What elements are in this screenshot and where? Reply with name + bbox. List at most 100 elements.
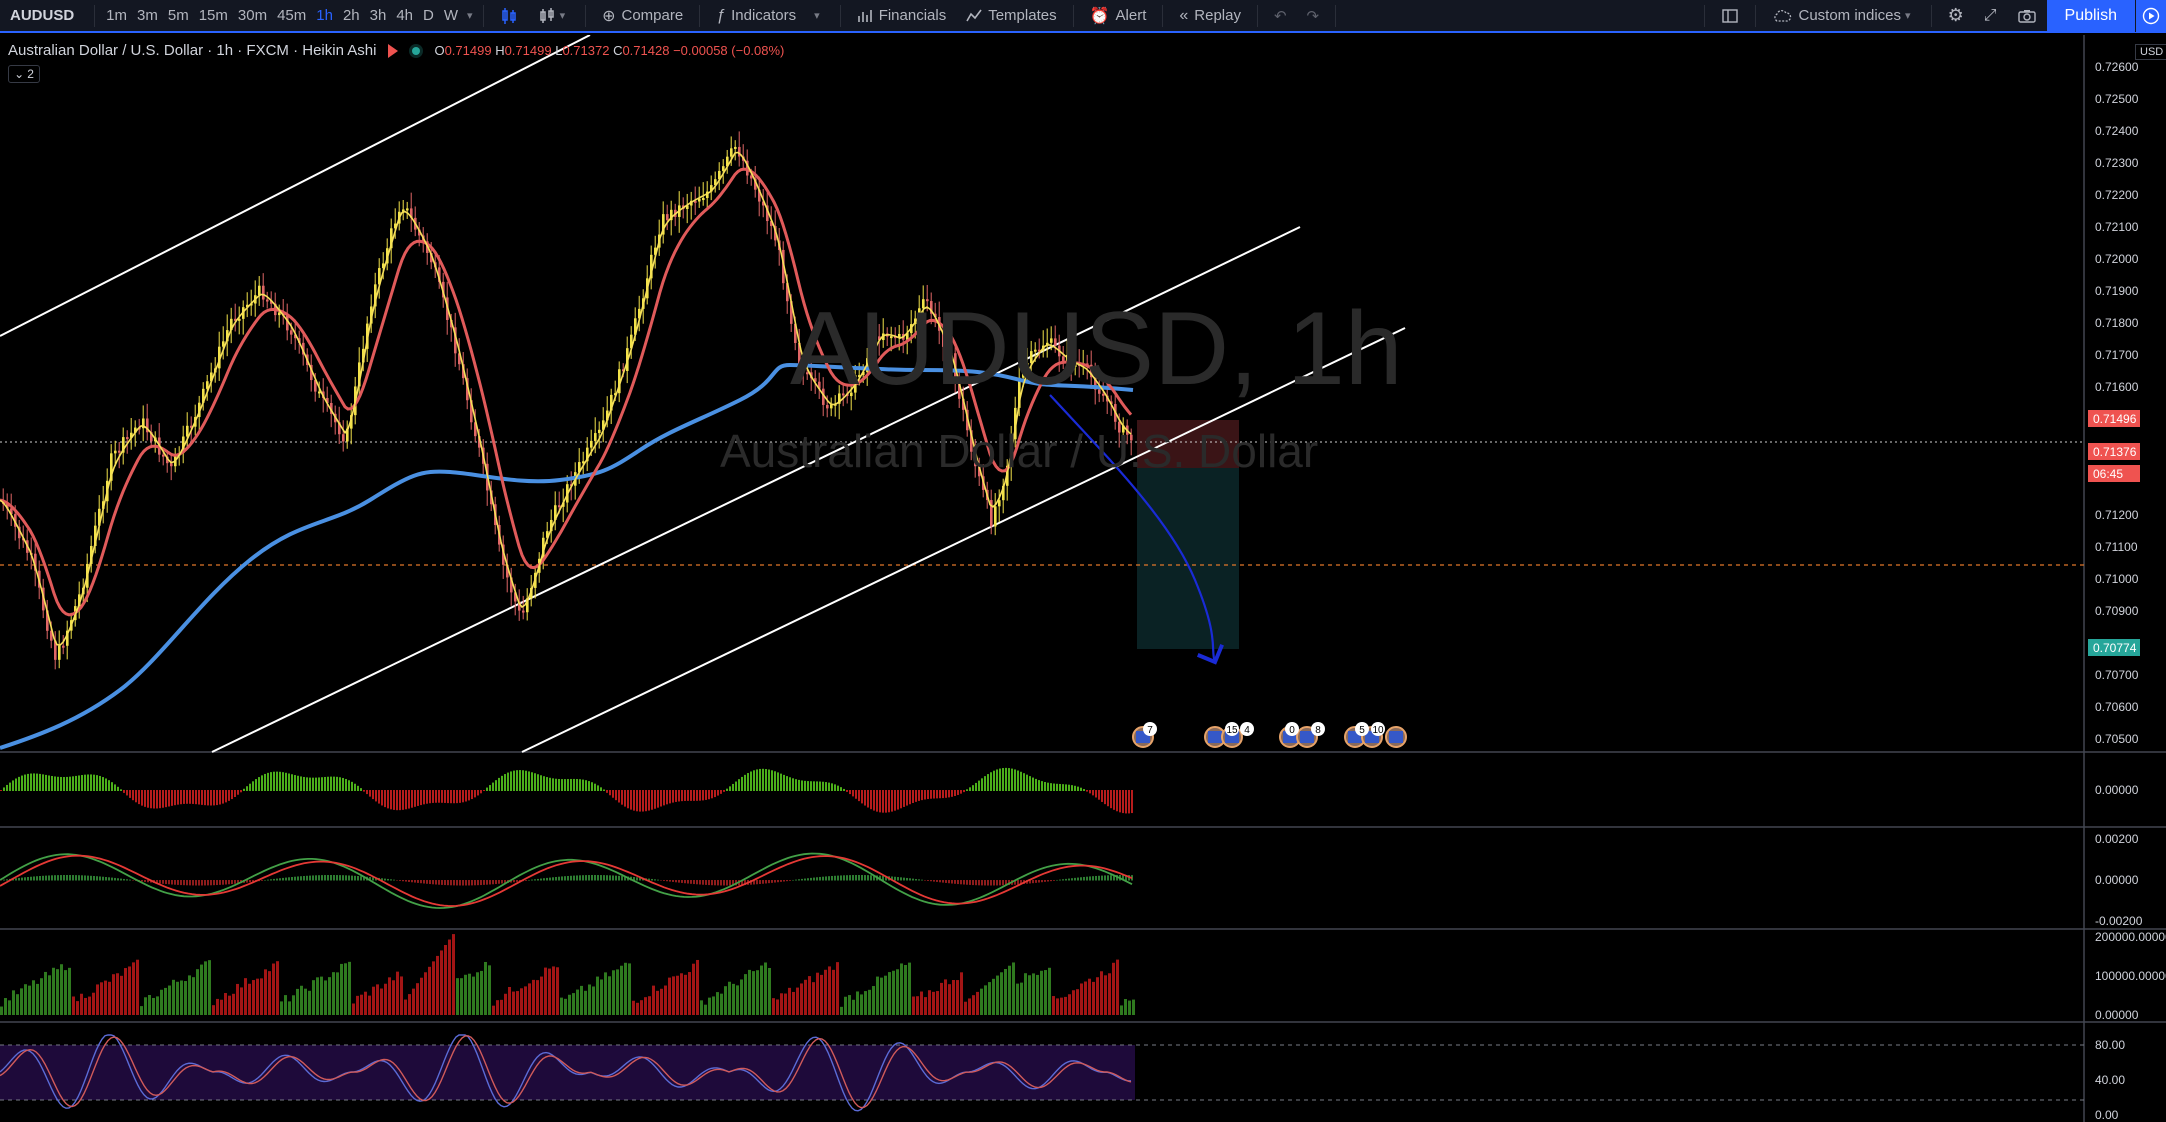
macd-hist-bar	[312, 777, 314, 791]
interval-4h[interactable]: 4h	[391, 7, 418, 24]
volume-bar	[516, 991, 519, 1015]
volume-bar	[700, 1000, 703, 1015]
interval-15m[interactable]: 15m	[194, 7, 233, 24]
custom-indices-button[interactable]: Custom indices ▾	[1762, 0, 1924, 32]
macd-hist-bar	[465, 790, 467, 802]
candles-icon	[501, 7, 516, 24]
interval-1m[interactable]: 1m	[101, 7, 132, 24]
macd-hist-bar	[1056, 783, 1058, 791]
chart-type-button[interactable]: ▾	[528, 0, 580, 32]
financials-button[interactable]: Financials	[847, 0, 957, 32]
fullscreen-button[interactable]: ⤢	[1974, 0, 2007, 32]
position-target-zone[interactable]	[1137, 468, 1239, 649]
interval-1h[interactable]: 1h	[311, 7, 338, 24]
play-button[interactable]	[2135, 0, 2166, 32]
volume-bar	[848, 995, 851, 1015]
economic-events[interactable]: 7 15 4 0 8 5 10	[1132, 722, 1407, 748]
indicators-label: Indicators	[731, 7, 797, 24]
macd-hist-bar	[975, 782, 977, 791]
publish-button[interactable]: Publish	[2046, 0, 2135, 32]
volume-bar	[384, 983, 387, 1015]
macd-hist-bar	[963, 790, 965, 793]
macd-bar	[273, 878, 275, 881]
macd-bar	[336, 875, 338, 881]
macd-hist-bar	[243, 788, 245, 791]
macd-bar	[912, 878, 914, 881]
macd-bar	[672, 880, 674, 882]
position-stop-zone[interactable]	[1137, 420, 1239, 468]
volume-bar	[448, 939, 451, 1015]
volume-bar	[1100, 971, 1103, 1015]
volume-bar	[580, 985, 583, 1015]
macd-hist-bar	[1086, 790, 1088, 792]
macd-bar	[342, 875, 344, 881]
macd-hist-bar	[207, 790, 209, 806]
macd-hist-bar	[480, 790, 482, 794]
macd-hist-bar	[387, 790, 389, 809]
interval-d[interactable]: D	[418, 7, 439, 24]
price-label: 06:45	[2093, 467, 2123, 481]
interval-3m[interactable]: 3m	[132, 7, 163, 24]
settings-button[interactable]: ⚙	[1938, 0, 1974, 32]
macd-bar	[675, 880, 677, 883]
replay-button[interactable]: « Replay	[1169, 0, 1251, 32]
alert-button[interactable]: ⏰ Alert	[1080, 0, 1157, 32]
macd-hist-bar	[309, 777, 311, 791]
macd-hist-bar	[162, 790, 164, 808]
macd-hist-bar	[864, 790, 866, 806]
volume-bar	[160, 989, 163, 1015]
toolbar-divider	[482, 4, 484, 27]
currency-label[interactable]: USD	[2135, 44, 2166, 60]
macd-bar	[327, 875, 329, 881]
volume-bar	[344, 963, 347, 1015]
macd-bar	[786, 880, 788, 882]
macd-bar	[1068, 878, 1070, 881]
macd-bar	[222, 880, 224, 885]
undo-button[interactable]: ↶	[1264, 0, 1297, 32]
interval-30m[interactable]: 30m	[233, 7, 272, 24]
macd-hist-bar	[477, 790, 479, 796]
macd-bar	[54, 875, 56, 881]
macd-hist-bar	[765, 769, 767, 791]
interval-w[interactable]: W	[439, 7, 463, 24]
volume-bar	[488, 965, 491, 1015]
chart-canvas[interactable]: 7 15 4 0 8 5 10 0.726000.725000.724000.723000.…	[0, 35, 2166, 1122]
indicators-button[interactable]: ƒ Indicators ▾	[706, 0, 833, 32]
snapshot-button[interactable]	[2007, 0, 2047, 32]
layout-button[interactable]	[1711, 0, 1749, 32]
flag-icon[interactable]	[388, 43, 399, 58]
interval-2h[interactable]: 2h	[338, 7, 365, 24]
macd-bar	[417, 880, 419, 883]
toolbar-divider	[1335, 4, 1337, 27]
macd-hist-bar	[462, 790, 464, 803]
macd-bar	[582, 875, 584, 881]
event-flag-icon[interactable]	[1385, 726, 1407, 748]
macd-hist-bar	[600, 787, 602, 791]
sub-axis-tick: 40.00	[2095, 1073, 2125, 1087]
templates-button[interactable]: Templates	[956, 0, 1066, 32]
sub-axis-tick: -0.00200	[2095, 914, 2143, 928]
macd-hist-bar	[381, 790, 383, 806]
interval-chevron-down-icon[interactable]: ▾	[463, 9, 477, 22]
indicators-collapse-button[interactable]: ⌄ 2	[8, 65, 40, 83]
redo-button[interactable]: ↷	[1297, 0, 1330, 32]
macd-hist-bar	[714, 790, 716, 798]
bar-style-button[interactable]	[490, 0, 528, 32]
volume-bar	[496, 1000, 499, 1015]
volume-bar	[16, 994, 19, 1015]
macd-bar	[942, 880, 944, 883]
compare-button[interactable]: ⊕ Compare	[592, 0, 693, 32]
volume-bar	[1124, 999, 1127, 1015]
legend-title[interactable]: Australian Dollar / U.S. Dollar · 1h · F…	[8, 42, 376, 59]
volume-bar	[1052, 996, 1055, 1015]
macd-bar	[651, 878, 653, 881]
toolbar-divider	[1162, 4, 1164, 27]
candle-body	[522, 610, 525, 613]
macd-hist-bar	[957, 790, 959, 795]
price-label: 0.71496	[2093, 412, 2137, 426]
interval-5m[interactable]: 5m	[163, 7, 194, 24]
interval-3h[interactable]: 3h	[365, 7, 392, 24]
interval-45m[interactable]: 45m	[272, 7, 311, 24]
symbol-search[interactable]: AUDUSD	[0, 7, 88, 24]
price-axis[interactable]: 0.72600 0.72500 0.72400 0.72300 0.72200 0.721…	[2088, 60, 2140, 746]
